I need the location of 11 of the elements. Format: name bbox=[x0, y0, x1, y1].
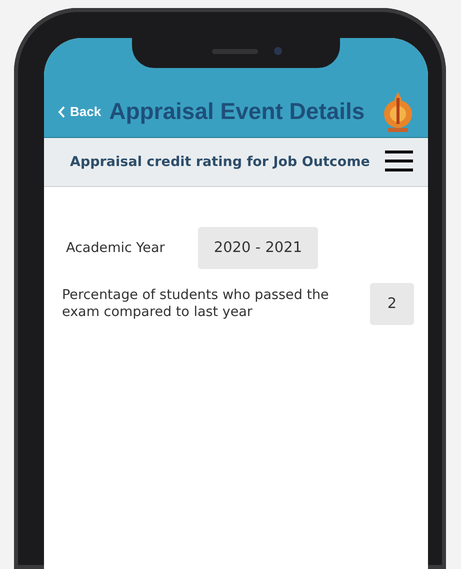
value-field: 2 bbox=[370, 283, 414, 325]
field-label: Academic Year bbox=[65, 240, 166, 256]
field-label: Percentage of students who passed the exam compared to last year bbox=[62, 287, 330, 321]
chevron-left-icon bbox=[58, 106, 66, 118]
section-title: Appraisal credit rating for Job Outcome bbox=[70, 154, 371, 170]
value-field: 2020 - 2021 bbox=[198, 227, 318, 269]
menu-icon bbox=[384, 148, 414, 172]
back-button[interactable]: Back bbox=[58, 104, 102, 119]
camera-lens bbox=[274, 47, 282, 55]
page-title: Appraisal Event Details bbox=[109, 98, 366, 125]
speaker-grille bbox=[212, 49, 258, 54]
